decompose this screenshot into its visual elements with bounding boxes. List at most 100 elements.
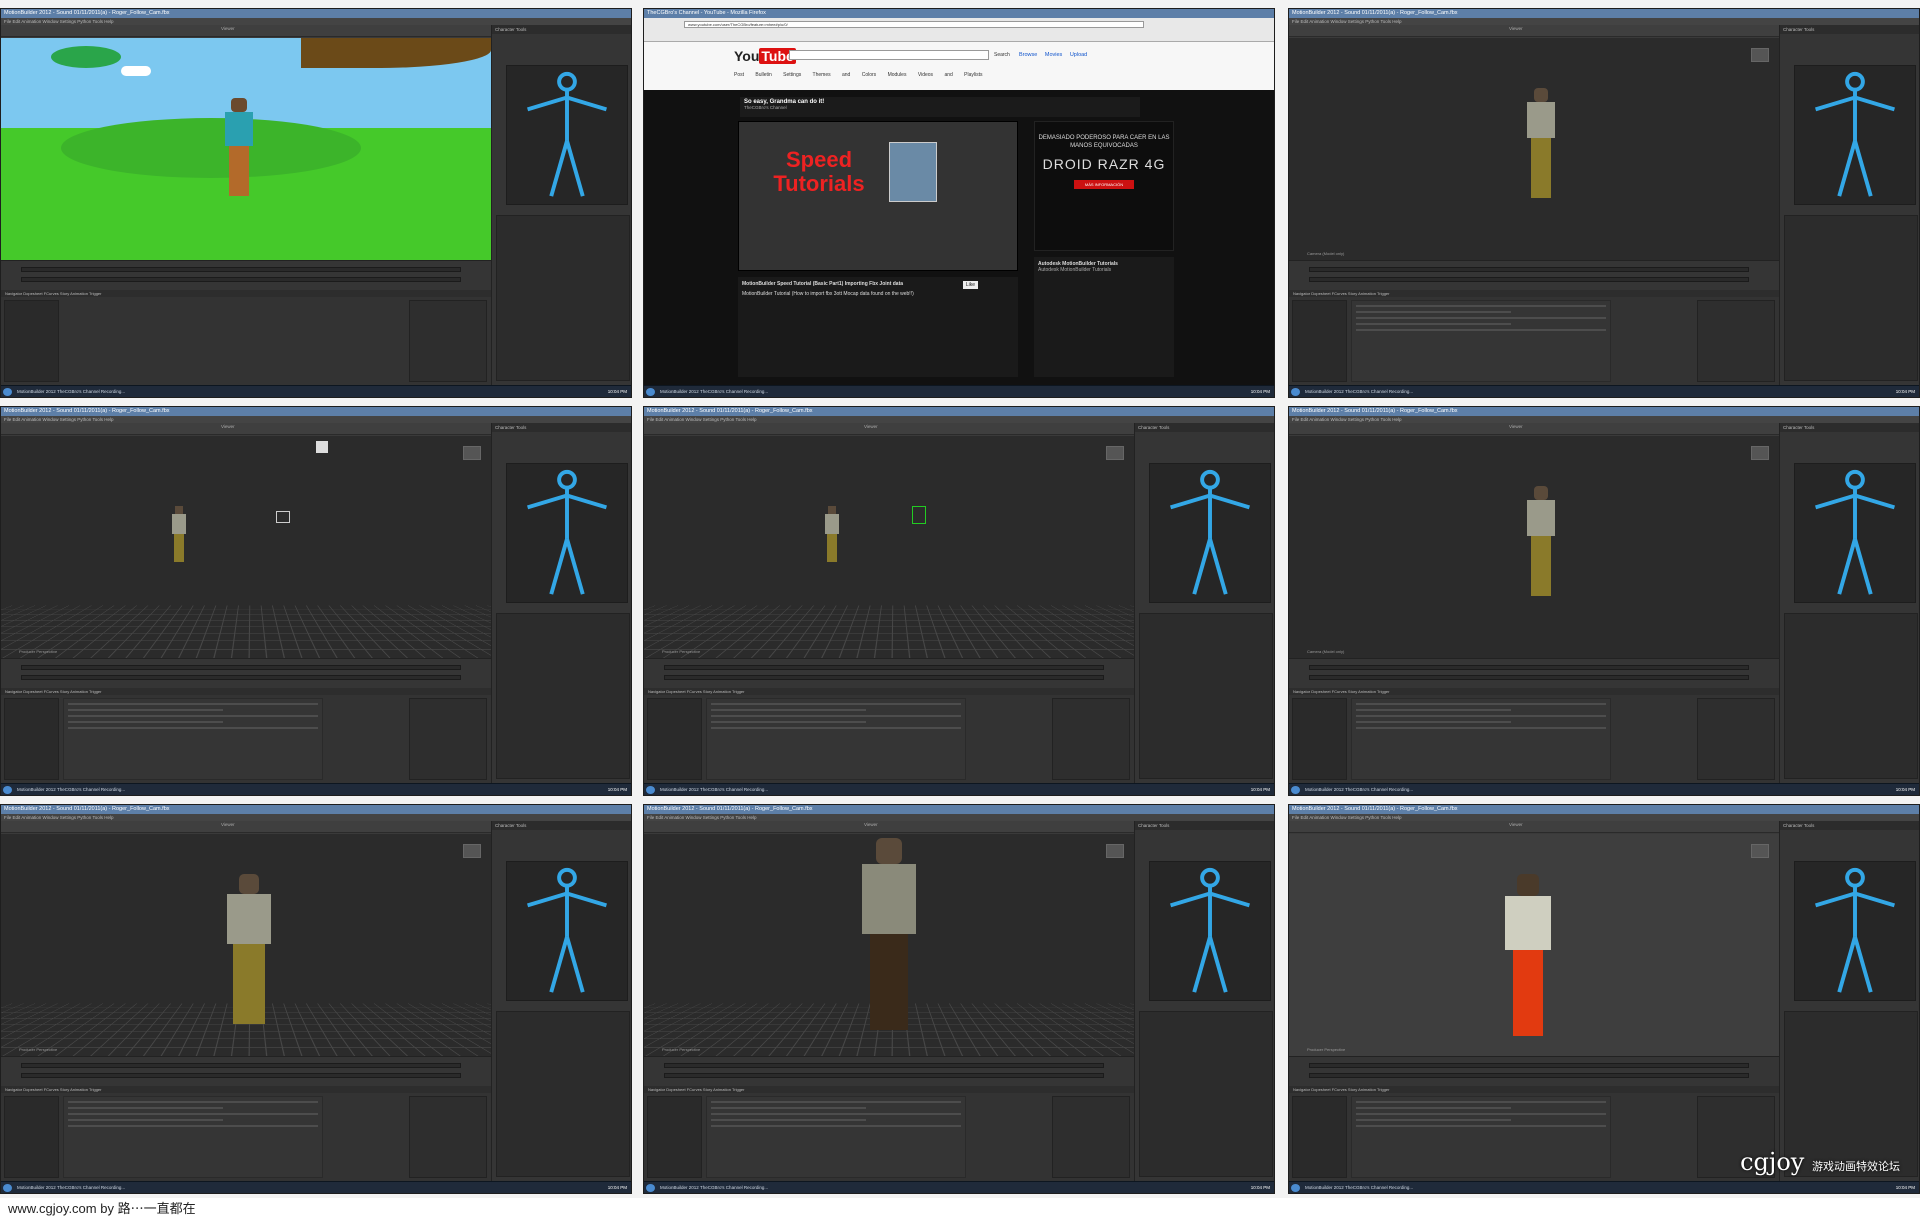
taskbar-items[interactable]: MotionBuilder 2012 TheCGBro's Channel Re… [17,787,125,792]
channel-tabs[interactable]: Post Bulletin Settings Themes and Colors… [734,72,983,78]
resources-panel[interactable] [1139,613,1273,779]
video-player[interactable]: Speed Tutorials [738,121,1018,271]
skeleton-view[interactable] [1149,463,1271,603]
nav-links[interactable]: Browse Movies Upload [1019,52,1087,58]
menu-bar[interactable]: File Edit Animation Window Settings Pyth… [1,814,631,821]
like-button[interactable]: Like [962,281,978,289]
timeline[interactable] [1289,260,1779,290]
key-controls[interactable] [409,698,487,780]
viewport[interactable]: Producer Perspective [644,834,1134,1056]
skeleton-view[interactable] [506,861,628,1001]
viewport[interactable]: Camera (Model only) [1289,38,1779,260]
scene-tree[interactable] [1292,698,1347,780]
search-button[interactable]: Search [994,50,1010,60]
camera-gizmo-icon[interactable] [912,506,926,524]
taskbar-items[interactable]: MotionBuilder 2012 TheCGBro's Channel Re… [1305,787,1413,792]
resources-panel[interactable] [1784,215,1918,381]
properties-panel[interactable] [706,1096,966,1178]
timeline[interactable] [1,1056,491,1086]
timeline[interactable] [1,260,491,290]
viewport[interactable]: Producer Perspective [1,436,491,658]
nav-cube-icon[interactable] [463,446,481,460]
start-icon[interactable] [1291,1184,1300,1192]
taskbar-items[interactable]: MotionBuilder 2012 TheCGBro's Channel Re… [660,1185,768,1190]
skeleton-view[interactable] [1794,463,1916,603]
bottom-tabs[interactable]: Navigator Dopesheet FCurves Story Animat… [644,688,1134,695]
scene-tree[interactable] [1292,300,1347,382]
advertisement[interactable]: DEMASIADO PODEROSO PARA CAER EN LAS MANO… [1034,121,1174,251]
scene-tree[interactable] [647,1096,702,1178]
scene-tree[interactable] [4,698,59,780]
taskbar-items[interactable]: MotionBuilder 2012 TheCGBro's Channel Re… [17,389,125,394]
timeline[interactable] [644,658,1134,688]
start-icon[interactable] [3,786,12,794]
viewport[interactable]: Producer Perspective [644,436,1134,658]
bottom-tabs[interactable]: Navigator Dopesheet FCurves Story Animat… [1,290,491,297]
related-playlist[interactable]: Autodesk MotionBuilder Tutorials Autodes… [1034,257,1174,377]
taskbar-items[interactable]: MotionBuilder 2012 TheCGBro's Channel Re… [660,389,768,394]
viewport[interactable]: Producer Perspective [1289,834,1779,1056]
resources-panel[interactable] [496,613,630,779]
start-icon[interactable] [646,388,655,396]
bottom-tabs[interactable]: Navigator Dopesheet FCurves Story Animat… [1,1086,491,1093]
menu-bar[interactable]: File Edit Animation Window Settings Pyth… [644,416,1274,423]
bottom-tabs[interactable]: Navigator Dopesheet FCurves Story Animat… [1,688,491,695]
key-controls[interactable] [1052,698,1130,780]
skeleton-view[interactable] [1794,65,1916,205]
viewport[interactable]: Camera (Model only) [1289,436,1779,658]
timeline[interactable] [1289,658,1779,688]
start-icon[interactable] [1291,786,1300,794]
nav-cube-icon[interactable] [1751,844,1769,858]
start-icon[interactable] [3,388,12,396]
bottom-tabs[interactable]: Navigator Dopesheet FCurves Story Animat… [644,1086,1134,1093]
skeleton-view[interactable] [1149,861,1271,1001]
start-icon[interactable] [1291,388,1300,396]
skeleton-view[interactable] [506,463,628,603]
menu-bar[interactable]: File Edit Animation Window Settings Pyth… [1289,18,1919,25]
menu-bar[interactable]: File Edit Animation Window Settings Pyth… [1,416,631,423]
timeline[interactable] [1,658,491,688]
key-controls[interactable] [1697,698,1775,780]
scene-tree[interactable] [1292,1096,1347,1178]
taskbar-items[interactable]: MotionBuilder 2012 TheCGBro's Channel Re… [1305,389,1413,394]
start-icon[interactable] [3,1184,12,1192]
skeleton-view[interactable] [506,65,628,205]
scene-tree[interactable] [4,300,59,382]
key-controls[interactable] [409,1096,487,1178]
menu-bar[interactable]: File Edit Animation Window Settings Pyth… [1289,416,1919,423]
search-input[interactable] [789,50,989,60]
menu-bar[interactable]: File Edit Animation Window Settings Pyth… [1,18,631,25]
bottom-tabs[interactable]: Navigator Dopesheet FCurves Story Animat… [1289,688,1779,695]
resources-panel[interactable] [1784,613,1918,779]
camera-interest-icon[interactable] [316,441,328,453]
viewport[interactable] [1,38,491,260]
start-icon[interactable] [646,786,655,794]
resources-panel[interactable] [496,1011,630,1177]
scene-tree[interactable] [4,1096,59,1178]
nav-cube-icon[interactable] [1751,48,1769,62]
properties-panel[interactable] [1351,300,1611,382]
resources-panel[interactable] [496,215,630,381]
resources-panel[interactable] [1139,1011,1273,1177]
bottom-tabs[interactable]: Navigator Dopesheet FCurves Story Animat… [1289,290,1779,297]
address-bar[interactable]: www.youtube.com/user/TheCGBro/feature=mh… [684,21,1144,28]
taskbar-items[interactable]: MotionBuilder 2012 TheCGBro's Channel Re… [17,1185,125,1190]
taskbar-items[interactable]: MotionBuilder 2012 TheCGBro's Channel Re… [660,787,768,792]
nav-cube-icon[interactable] [1751,446,1769,460]
scene-tree[interactable] [647,698,702,780]
nav-cube-icon[interactable] [1106,844,1124,858]
properties-panel[interactable] [63,698,323,780]
key-controls[interactable] [409,300,487,382]
viewport[interactable]: Producer Perspective [1,834,491,1056]
timeline[interactable] [1289,1056,1779,1086]
menu-bar[interactable]: File Edit Animation Window Settings Pyth… [644,814,1274,821]
key-controls[interactable] [1052,1096,1130,1178]
properties-panel[interactable] [706,698,966,780]
nav-cube-icon[interactable] [1106,446,1124,460]
timeline[interactable] [644,1056,1134,1086]
youtube-logo[interactable]: You Tube [734,48,796,64]
menu-bar[interactable]: File Edit Animation Window Settings Pyth… [1289,814,1919,821]
nav-cube-icon[interactable] [463,844,481,858]
ad-button[interactable]: MÁS INFORMACIÓN [1074,180,1134,189]
bottom-tabs[interactable]: Navigator Dopesheet FCurves Story Animat… [1289,1086,1779,1093]
